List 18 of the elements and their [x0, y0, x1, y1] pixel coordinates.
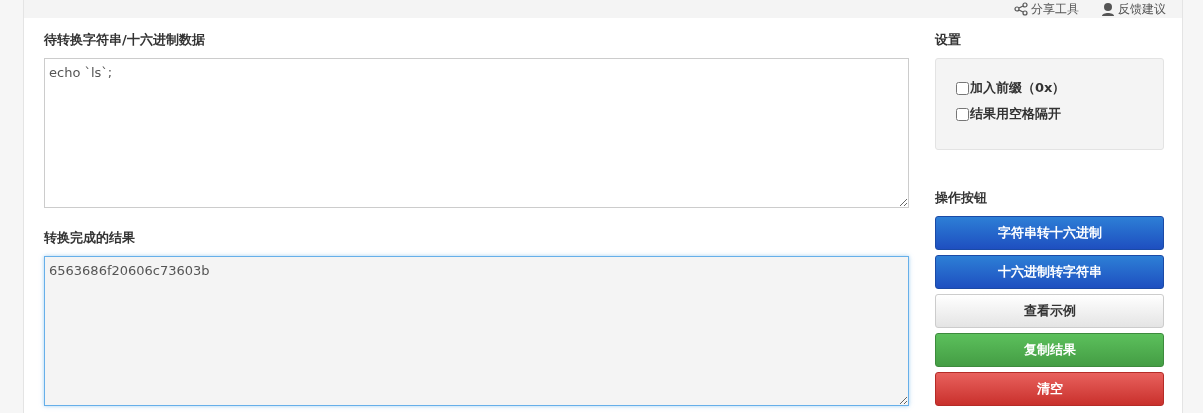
- action-button[interactable]: 清空: [935, 372, 1164, 406]
- share-icon: [1014, 2, 1028, 16]
- person-icon: [1101, 2, 1115, 16]
- settings-title: 设置: [935, 32, 962, 48]
- checkbox-label: 结果用空格隔开: [970, 105, 1061, 123]
- action-button[interactable]: 字符串转十六进制: [935, 216, 1164, 250]
- result-field[interactable]: 6563686f20606c73603b: [44, 256, 909, 406]
- result-label: 转换完成的结果: [44, 230, 136, 246]
- action-button[interactable]: 查看示例: [935, 294, 1164, 328]
- input-label: 待转换字符串/十六进制数据: [44, 32, 206, 48]
- top-link[interactable]: 反馈建议: [1101, 1, 1166, 17]
- input-field[interactable]: echo `ls`;: [44, 58, 909, 208]
- actions-title: 操作按钮: [935, 190, 988, 206]
- action-button[interactable]: 十六进制转字符串: [935, 255, 1164, 289]
- checkbox-label: 加入前缀（0x）: [970, 79, 1066, 97]
- top-link[interactable]: 分享工具: [1014, 1, 1079, 17]
- checkbox[interactable]: [956, 107, 969, 121]
- checkbox[interactable]: [956, 81, 969, 95]
